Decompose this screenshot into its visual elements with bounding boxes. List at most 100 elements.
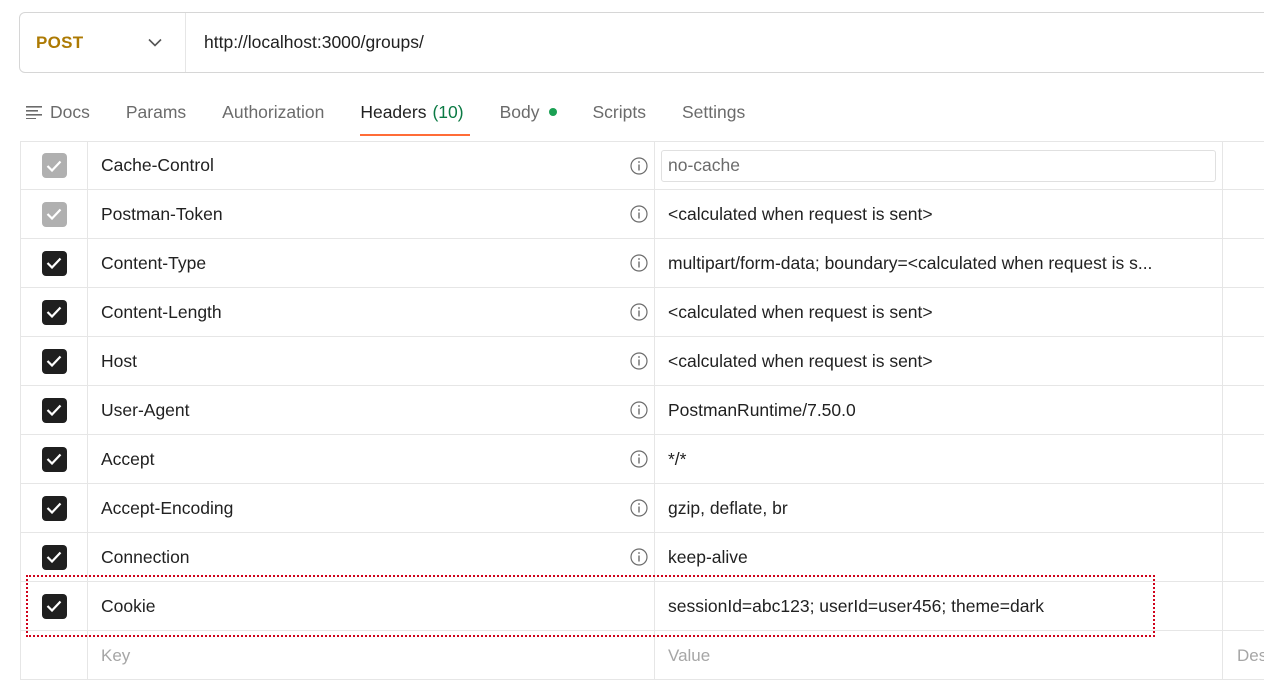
header-key-cell: Content-Length	[88, 288, 655, 336]
header-key: Accept	[101, 448, 155, 469]
tab-settings[interactable]: Settings	[682, 88, 745, 136]
method-select[interactable]: POST	[20, 13, 186, 72]
header-key: Host	[101, 350, 137, 371]
info-icon[interactable]	[629, 547, 649, 567]
header-value: keep-alive	[668, 546, 748, 567]
tab-body-label: Body	[499, 101, 540, 122]
tab-settings-label: Settings	[681, 101, 746, 122]
header-key: Postman-Token	[101, 203, 223, 224]
row-checkbox[interactable]	[41, 544, 67, 570]
row-checkbox[interactable]	[41, 250, 67, 276]
header-description-cell[interactable]	[1223, 386, 1264, 434]
tab-scripts[interactable]: Scripts	[593, 88, 646, 136]
chevron-down-icon	[147, 35, 163, 51]
info-icon[interactable]	[629, 449, 649, 469]
header-value: sessionId=abc123; userId=user456; theme=…	[668, 595, 1045, 616]
row-checkbox-cell	[20, 435, 88, 483]
header-key: Cache-Control	[101, 155, 214, 175]
row-checkbox[interactable]	[41, 299, 67, 325]
check-icon	[46, 453, 62, 465]
check-icon	[46, 160, 62, 172]
check-icon	[46, 306, 62, 318]
check-icon	[46, 600, 62, 612]
header-description-cell[interactable]	[1223, 288, 1264, 336]
row-checkbox-cell	[20, 582, 88, 630]
check-icon	[46, 551, 62, 563]
table-row: Postman-Token <calculated when request i…	[20, 190, 1264, 239]
url-input[interactable]	[186, 13, 1264, 72]
header-description-cell[interactable]	[1223, 337, 1264, 385]
info-icon[interactable]	[629, 253, 649, 273]
row-checkbox-cell	[20, 239, 88, 287]
header-value: <calculated when request is sent>	[668, 350, 933, 371]
info-icon[interactable]	[629, 302, 649, 322]
header-description-cell[interactable]	[1223, 142, 1264, 189]
tab-docs[interactable]: Docs	[26, 88, 90, 136]
header-value: multipart/form-data; boundary=<calculate…	[668, 252, 1153, 273]
table-row: Accept */*	[20, 435, 1264, 484]
row-checkbox-cell	[20, 533, 88, 581]
info-icon[interactable]	[629, 351, 649, 371]
header-key-cell: Accept-Encoding	[88, 484, 655, 532]
header-description-cell[interactable]	[1223, 435, 1264, 483]
new-description-input[interactable]: Des	[1223, 631, 1264, 679]
row-checkbox-cell	[20, 142, 88, 189]
header-description-cell[interactable]	[1223, 582, 1264, 630]
header-key-cell: Cache-Control	[88, 142, 655, 189]
row-checkbox[interactable]	[41, 495, 67, 521]
new-header-row: Key Value Des	[20, 631, 1264, 680]
row-checkbox-cell	[20, 288, 88, 336]
headers-count-badge: (10)	[432, 101, 464, 122]
header-value: */*	[668, 448, 687, 469]
header-value-cell: <calculated when request is sent>	[655, 288, 1223, 336]
check-icon	[46, 502, 62, 514]
row-checkbox-cell	[20, 484, 88, 532]
row-checkbox-cell	[20, 337, 88, 385]
tab-body[interactable]: Body	[500, 88, 557, 136]
header-value-cell: multipart/form-data; boundary=<calculate…	[655, 239, 1223, 287]
header-value: <calculated when request is sent>	[668, 203, 933, 224]
row-checkbox[interactable]	[41, 153, 67, 178]
table-row: Host <calculated when request is sent>	[20, 337, 1264, 386]
header-value-cell[interactable]: sessionId=abc123; userId=user456; theme=…	[655, 582, 1223, 630]
header-key-cell: Postman-Token	[88, 190, 655, 238]
header-value-cell: */*	[655, 435, 1223, 483]
row-checkbox[interactable]	[41, 446, 67, 472]
header-value: PostmanRuntime/7.50.0	[668, 399, 856, 420]
table-row: Accept-Encoding gzip, deflate, br	[20, 484, 1264, 533]
docs-icon	[26, 104, 44, 120]
header-key-cell: Connection	[88, 533, 655, 581]
tab-headers[interactable]: Headers (10)	[360, 88, 470, 136]
header-description-cell[interactable]	[1223, 484, 1264, 532]
table-row: Content-Length <calculated when request …	[20, 288, 1264, 337]
header-key-cell: Content-Type	[88, 239, 655, 287]
tab-headers-label: Headers	[360, 101, 427, 122]
header-key: Content-Length	[101, 301, 222, 322]
info-icon[interactable]	[629, 156, 649, 176]
tab-params[interactable]: Params	[126, 88, 186, 136]
row-checkbox[interactable]	[41, 201, 67, 227]
info-icon[interactable]	[629, 400, 649, 420]
table-row: Cache-Control no-cache	[20, 141, 1264, 190]
info-icon[interactable]	[629, 204, 649, 224]
header-value-cell: <calculated when request is sent>	[655, 190, 1223, 238]
header-description-cell[interactable]	[1223, 190, 1264, 238]
info-icon[interactable]	[629, 498, 649, 518]
row-checkbox-cell	[20, 386, 88, 434]
row-checkbox[interactable]	[41, 348, 67, 374]
tab-authorization[interactable]: Authorization	[222, 88, 324, 136]
request-url-bar: POST	[19, 12, 1264, 73]
tab-scripts-label: Scripts	[592, 101, 646, 122]
header-key-cell[interactable]: Cookie	[88, 582, 655, 630]
header-description-cell[interactable]	[1223, 533, 1264, 581]
row-checkbox[interactable]	[41, 397, 67, 423]
header-value: gzip, deflate, br	[668, 497, 788, 518]
table-row: Connection keep-alive	[20, 533, 1264, 582]
row-checkbox[interactable]	[41, 593, 67, 619]
body-modified-dot	[548, 108, 557, 116]
header-value-input[interactable]: no-cache	[661, 149, 1216, 182]
new-value-input[interactable]: Value	[655, 631, 1223, 679]
header-description-cell[interactable]	[1223, 239, 1264, 287]
header-value-cell: no-cache	[655, 142, 1223, 189]
new-key-input[interactable]: Key	[88, 631, 655, 679]
